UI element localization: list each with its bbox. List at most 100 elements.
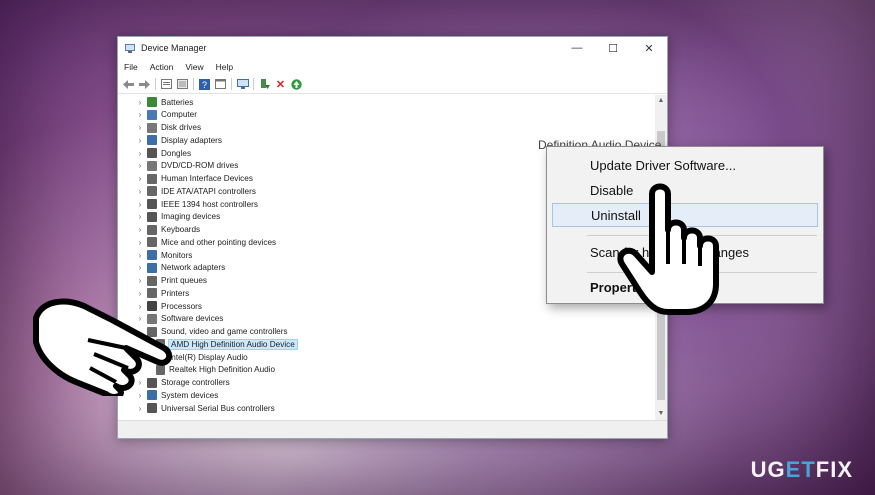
- forward-icon[interactable]: [138, 78, 151, 91]
- device-category[interactable]: › Batteries: [136, 96, 193, 108]
- device-category[interactable]: › Keyboards: [136, 224, 200, 236]
- keyboard-icon: [147, 224, 157, 235]
- chevron-right-icon[interactable]: ›: [136, 212, 144, 221]
- device-category[interactable]: › DVD/CD-ROM drives: [136, 160, 238, 172]
- device-label: Realtek High Definition Audio: [169, 365, 276, 375]
- scroll-down-arrow-icon[interactable]: ▼: [655, 408, 667, 420]
- chevron-right-icon[interactable]: ›: [136, 187, 144, 196]
- ieee1394-icon: [147, 199, 157, 209]
- device-category[interactable]: › Network adapters: [136, 262, 225, 274]
- scan-icon[interactable]: [290, 78, 303, 91]
- maximize-button[interactable]: ☐: [595, 37, 631, 59]
- device-label: Dongles: [161, 148, 192, 158]
- watermark-part1: UG: [750, 457, 786, 482]
- close-button[interactable]: ✕: [631, 37, 667, 59]
- chevron-right-icon[interactable]: ›: [136, 225, 144, 234]
- device-label: Universal Serial Bus controllers: [161, 403, 275, 413]
- chevron-right-icon[interactable]: ›: [136, 404, 144, 413]
- device-category[interactable]: › Universal Serial Bus controllers: [136, 402, 275, 414]
- menu-help[interactable]: Help: [216, 62, 233, 72]
- chevron-right-icon[interactable]: ›: [136, 238, 144, 247]
- help-icon[interactable]: ?: [198, 78, 211, 91]
- update-driver-icon[interactable]: [176, 78, 189, 91]
- monitor-icon: [147, 250, 157, 260]
- usb-icon: [147, 403, 157, 413]
- device-label: DVD/CD-ROM drives: [161, 161, 239, 171]
- display-adapter-icon: [147, 135, 157, 146]
- device-category[interactable]: › Monitors: [136, 249, 192, 261]
- device-category[interactable]: › Human Interface Devices: [136, 173, 253, 185]
- toolbar-separator: [155, 78, 156, 90]
- chevron-right-icon[interactable]: ›: [136, 136, 144, 145]
- toolbar-separator: [253, 78, 254, 90]
- chevron-right-icon[interactable]: ›: [136, 149, 144, 158]
- device-label: Human Interface Devices: [161, 174, 253, 183]
- device-label: IEEE 1394 host controllers: [161, 199, 258, 209]
- device-label: Keyboards: [161, 225, 201, 234]
- chevron-right-icon[interactable]: ›: [136, 174, 144, 183]
- device-label: AMD High Definition Audio Device: [168, 338, 298, 350]
- menu-bar: File Action View Help: [118, 59, 667, 75]
- pointing-hand-icon: [33, 298, 173, 396]
- chevron-right-icon[interactable]: ›: [136, 123, 144, 132]
- device-label: Disk drives: [161, 123, 202, 132]
- device-category[interactable]: › Mice and other pointing devices: [136, 236, 276, 248]
- monitor-icon[interactable]: [236, 78, 249, 91]
- device-category[interactable]: › Computer: [136, 109, 197, 121]
- device-label: Mice and other pointing devices: [161, 237, 277, 247]
- dongle-icon: [147, 148, 157, 158]
- device-label: IDE ATA/ATAPI controllers: [161, 186, 256, 196]
- device-category[interactable]: › Dongles: [136, 147, 191, 159]
- scroll-up-arrow-icon[interactable]: ▲: [655, 95, 667, 107]
- device-category[interactable]: › IDE ATA/ATAPI controllers: [136, 185, 256, 197]
- battery-icon: [147, 97, 157, 107]
- menu-file[interactable]: File: [124, 62, 138, 72]
- chevron-right-icon[interactable]: ›: [136, 161, 144, 170]
- title-bar: Device Manager — ☐ ✕: [118, 37, 667, 59]
- device-label: Display adapters: [161, 135, 222, 145]
- device-label: Imaging devices: [161, 212, 221, 222]
- device-label: Computer: [161, 110, 197, 120]
- chevron-right-icon[interactable]: ›: [136, 251, 144, 260]
- svg-text:?: ?: [202, 80, 207, 90]
- watermark-accent: ET: [785, 457, 816, 482]
- chevron-right-icon[interactable]: ›: [136, 110, 144, 119]
- chevron-right-icon[interactable]: ›: [136, 98, 144, 107]
- device-label: Print queues: [161, 276, 207, 285]
- disk-icon: [147, 122, 157, 133]
- menu-action[interactable]: Action: [150, 62, 174, 72]
- camera-icon: [147, 211, 157, 222]
- device-category[interactable]: › Imaging devices: [136, 211, 220, 223]
- device-label: Monitors: [161, 250, 193, 260]
- status-bar: [118, 420, 667, 438]
- ide-icon: [147, 186, 157, 197]
- view-icon[interactable]: [214, 78, 227, 91]
- uninstall-icon[interactable]: ✕: [274, 78, 287, 91]
- hand-cursor-icon: [617, 183, 719, 315]
- properties-icon[interactable]: [160, 78, 173, 91]
- dvd-icon: [147, 160, 157, 171]
- menu-view[interactable]: View: [185, 62, 203, 72]
- hid-icon: [147, 173, 157, 184]
- menu-item-update-driver[interactable]: Update Driver Software...: [552, 153, 818, 177]
- network-icon: [147, 262, 157, 273]
- device-label: Intel(R) Display Audio: [169, 352, 248, 362]
- device-category[interactable]: › Display adapters: [136, 134, 222, 146]
- device-category[interactable]: › Print queues: [136, 275, 207, 287]
- device-manager-icon: [125, 44, 135, 53]
- computer-icon: [147, 109, 157, 120]
- back-icon[interactable]: [122, 78, 135, 91]
- toolbar: ? ✕: [118, 75, 667, 94]
- window-title: Device Manager: [141, 43, 207, 53]
- device-label: Batteries: [161, 97, 194, 107]
- printer-icon: [147, 275, 157, 286]
- toolbar-separator: [193, 78, 194, 90]
- minimize-button[interactable]: —: [559, 37, 595, 59]
- device-category[interactable]: › IEEE 1394 host controllers: [136, 198, 258, 210]
- device-category[interactable]: › Disk drives: [136, 122, 201, 134]
- device-label: Network adapters: [161, 263, 226, 273]
- chevron-right-icon[interactable]: ›: [136, 200, 144, 209]
- chevron-right-icon[interactable]: ›: [136, 263, 144, 272]
- chevron-right-icon[interactable]: ›: [136, 276, 144, 285]
- enable-device-icon[interactable]: [258, 78, 271, 91]
